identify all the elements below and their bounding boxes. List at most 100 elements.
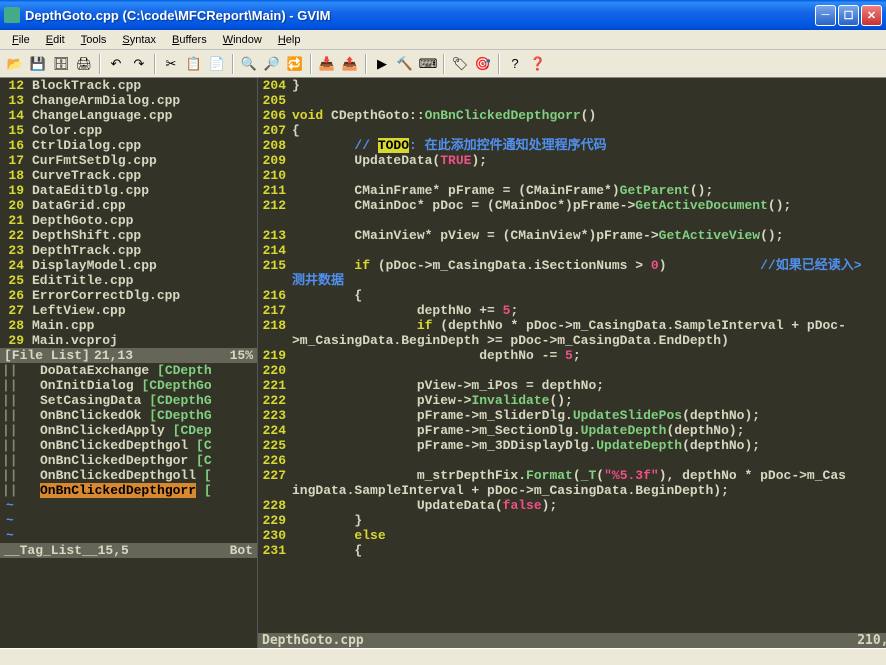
save-button[interactable]: 💾 (27, 53, 49, 75)
code-line[interactable]: 229 } (258, 513, 886, 528)
tag-list-item[interactable]: ||OnBnClickedDepthgorr [ (0, 483, 257, 498)
code-line[interactable]: 231 { (258, 543, 886, 558)
code-line[interactable] (258, 213, 886, 228)
tag-list[interactable]: ||DoDataExchange [CDepth||OnInitDialog [… (0, 363, 257, 543)
code-line[interactable]: 208 // TODO: 在此添加控件通知处理程序代码 (258, 138, 886, 153)
file-list-item[interactable]: 27LeftView.cpp (0, 303, 257, 318)
code-line[interactable]: 209 UpdateData(TRUE); (258, 153, 886, 168)
file-list-item[interactable]: 26ErrorCorrectDlg.cpp (0, 288, 257, 303)
file-list-item[interactable]: 28Main.cpp (0, 318, 257, 333)
findprev-button[interactable]: 🔍 (238, 53, 260, 75)
menu-file[interactable]: File (4, 32, 38, 48)
code-text (290, 453, 886, 468)
file-list-item[interactable]: 18CurveTrack.cpp (0, 168, 257, 183)
findnext-button[interactable]: 🔎 (261, 53, 283, 75)
tag-list-item[interactable]: ||OnBnClickedDepthgoll [ (0, 468, 257, 483)
code-line[interactable]: 205 (258, 93, 886, 108)
code-line[interactable]: >m_CasingData.BeginDepth >= pDoc->m_Casi… (258, 333, 886, 348)
paste-button[interactable]: 📄 (206, 53, 228, 75)
tag-list-item[interactable]: ||OnBnClickedDepthgor [C (0, 453, 257, 468)
code-line[interactable]: 207{ (258, 123, 886, 138)
file-list-item[interactable]: 25EditTitle.cpp (0, 273, 257, 288)
runscript-button[interactable]: ▶ (371, 53, 393, 75)
file-list-item[interactable]: 15Color.cpp (0, 123, 257, 138)
print-button[interactable]: 🖨 (73, 53, 95, 75)
file-list-item[interactable]: 19DataEditDlg.cpp (0, 183, 257, 198)
code-line[interactable]: 221 pView->m_iPos = depthNo; (258, 378, 886, 393)
file-list-pct: 15% (174, 348, 253, 363)
line-number: 219 (258, 348, 290, 363)
file-list-item[interactable]: 17CurFmtSetDlg.cpp (0, 153, 257, 168)
code-line[interactable]: 227 m_strDepthFix.Format(_T("%5.3f"), de… (258, 468, 886, 483)
code-line[interactable]: 226 (258, 453, 886, 468)
code-line[interactable]: 223 pFrame->m_SliderDlg.UpdateSlidePos(d… (258, 408, 886, 423)
code-line[interactable]: 213 CMainView* pView = (CMainView*)pFram… (258, 228, 886, 243)
tag-list-item[interactable]: ||DoDataExchange [CDepth (0, 363, 257, 378)
minimize-button[interactable]: ─ (815, 5, 836, 26)
code-line[interactable]: 214 (258, 243, 886, 258)
file-list-item[interactable]: 14ChangeLanguage.cpp (0, 108, 257, 123)
code-line[interactable]: 206void CDepthGoto::OnBnClickedDepthgorr… (258, 108, 886, 123)
code-line[interactable]: 224 pFrame->m_SectionDlg.UpdateDepth(dep… (258, 423, 886, 438)
code-line[interactable]: 217 depthNo += 5; (258, 303, 886, 318)
menu-tools[interactable]: Tools (73, 32, 115, 48)
shell-button[interactable]: ⌨ (417, 53, 439, 75)
file-name: DepthTrack.cpp (28, 243, 257, 258)
tag-list-item[interactable]: ||OnBnClickedOk [CDepthG (0, 408, 257, 423)
code-line[interactable]: 211 CMainFrame* pFrame = (CMainFrame*)Ge… (258, 183, 886, 198)
code-line[interactable]: 218 if (depthNo * pDoc->m_CasingData.Sam… (258, 318, 886, 333)
make-button[interactable]: 🔨 (394, 53, 416, 75)
code-line[interactable]: 222 pView->Invalidate(); (258, 393, 886, 408)
savesession-button[interactable]: 📤 (339, 53, 361, 75)
saveall-button[interactable]: 🗄 (50, 53, 72, 75)
help-button[interactable]: ? (504, 53, 526, 75)
line-number: 16 (0, 138, 28, 153)
file-list-item[interactable]: 21DepthGoto.cpp (0, 213, 257, 228)
tag-list-item[interactable]: ||OnInitDialog [CDepthGo (0, 378, 257, 393)
code-line[interactable]: 204} (258, 78, 886, 93)
code-line[interactable]: 220 (258, 363, 886, 378)
code-line[interactable]: 219 depthNo -= 5; (258, 348, 886, 363)
code-area[interactable]: 204}205206void CDepthGoto::OnBnClickedDe… (258, 78, 886, 633)
open-button[interactable]: 📂 (4, 53, 26, 75)
replace-button[interactable]: 🔁 (284, 53, 306, 75)
tag-list-item[interactable]: ||OnBnClickedApply [CDep (0, 423, 257, 438)
file-list-item[interactable]: 24DisplayModel.cpp (0, 258, 257, 273)
menu-edit[interactable]: Edit (38, 32, 73, 48)
code-line[interactable]: 215 if (pDoc->m_CasingData.iSectionNums … (258, 258, 886, 273)
file-list-item[interactable]: 23DepthTrack.cpp (0, 243, 257, 258)
file-list[interactable]: 12BlockTrack.cpp13ChangeArmDialog.cpp14C… (0, 78, 257, 348)
close-button[interactable]: ✕ (861, 5, 882, 26)
file-list-item[interactable]: 22DepthShift.cpp (0, 228, 257, 243)
titlebar[interactable]: DepthGoto.cpp (C:\code\MFCReport\Main) -… (0, 0, 886, 30)
code-line[interactable]: ingData.SampleInterval + pDoc->m_CasingD… (258, 483, 886, 498)
menu-buffers[interactable]: Buffers (164, 32, 215, 48)
menu-window[interactable]: Window (215, 32, 270, 48)
code-line[interactable]: 216 { (258, 288, 886, 303)
ctags-button[interactable]: 🏷 (449, 53, 471, 75)
redo-button[interactable]: ↷ (128, 53, 150, 75)
code-line[interactable]: 210 (258, 168, 886, 183)
file-list-item[interactable]: 20DataGrid.cpp (0, 198, 257, 213)
code-line[interactable]: 228 UpdateData(false); (258, 498, 886, 513)
menu-syntax[interactable]: Syntax (114, 32, 164, 48)
file-list-item[interactable]: 12BlockTrack.cpp (0, 78, 257, 93)
file-list-item[interactable]: 13ChangeArmDialog.cpp (0, 93, 257, 108)
findhelp-button[interactable]: ❓ (527, 53, 549, 75)
file-list-item[interactable]: 29Main.vcproj (0, 333, 257, 348)
tag-list-item[interactable]: ||OnBnClickedDepthgol [C (0, 438, 257, 453)
jumptag-button[interactable]: 🎯 (472, 53, 494, 75)
code-line[interactable]: 212 CMainDoc* pDoc = (CMainDoc*)pFrame->… (258, 198, 886, 213)
code-line[interactable]: 230 else (258, 528, 886, 543)
code-line[interactable]: 测井数据 (258, 273, 886, 288)
file-list-pos: 21,13 (94, 348, 174, 363)
copy-button[interactable]: 📋 (183, 53, 205, 75)
undo-button[interactable]: ↶ (105, 53, 127, 75)
maximize-button[interactable]: ☐ (838, 5, 859, 26)
code-line[interactable]: 225 pFrame->m_3DDisplayDlg.UpdateDepth(d… (258, 438, 886, 453)
file-list-item[interactable]: 16CtrlDialog.cpp (0, 138, 257, 153)
cut-button[interactable]: ✂ (160, 53, 182, 75)
tag-list-item[interactable]: ||SetCasingData [CDepthG (0, 393, 257, 408)
loadsession-button[interactable]: 📥 (316, 53, 338, 75)
menu-help[interactable]: Help (270, 32, 309, 48)
